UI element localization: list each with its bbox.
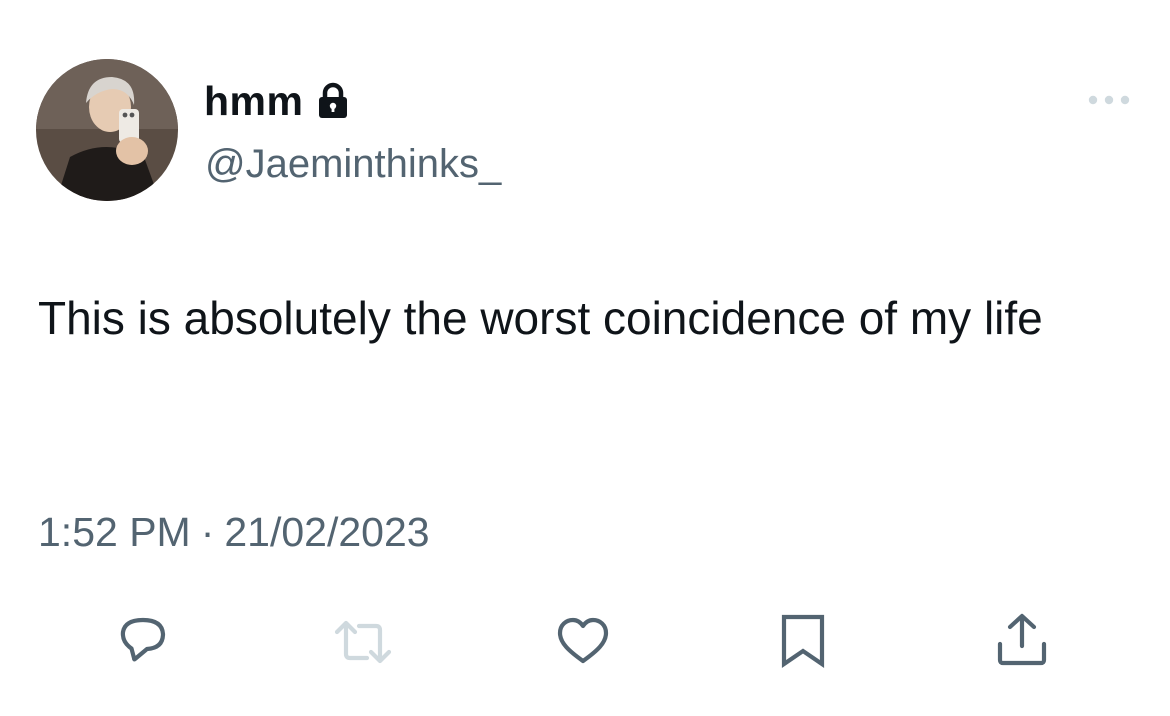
retweet-icon	[334, 620, 392, 664]
like-button[interactable]	[553, 612, 613, 672]
reply-icon	[120, 617, 166, 662]
avatar-photo	[36, 59, 178, 201]
share-icon	[997, 613, 1047, 666]
lock-icon	[317, 81, 351, 121]
author-handle[interactable]: @Jaeminthinks_	[205, 140, 501, 188]
tweet-date: 21/02/2023	[224, 509, 430, 555]
more-button[interactable]	[1085, 86, 1133, 114]
action-bar	[0, 612, 1170, 672]
timestamp[interactable]: 1:52 PM · 21/02/2023	[38, 506, 430, 558]
timestamp-separator: ·	[200, 509, 215, 555]
heart-icon	[557, 617, 609, 664]
retweet-button[interactable]	[333, 612, 393, 672]
author-name-row: hmm	[204, 76, 351, 126]
avatar[interactable]	[36, 59, 178, 201]
bookmark-icon	[781, 614, 825, 668]
display-name[interactable]: hmm	[204, 76, 303, 126]
tweet-time: 1:52 PM	[38, 509, 191, 555]
reply-button[interactable]	[113, 612, 173, 672]
share-button[interactable]	[992, 612, 1052, 672]
tweet-text: This is absolutely the worst coincidence…	[38, 292, 1043, 344]
more-dots-icon	[1088, 95, 1130, 105]
bookmark-button[interactable]	[773, 612, 833, 672]
